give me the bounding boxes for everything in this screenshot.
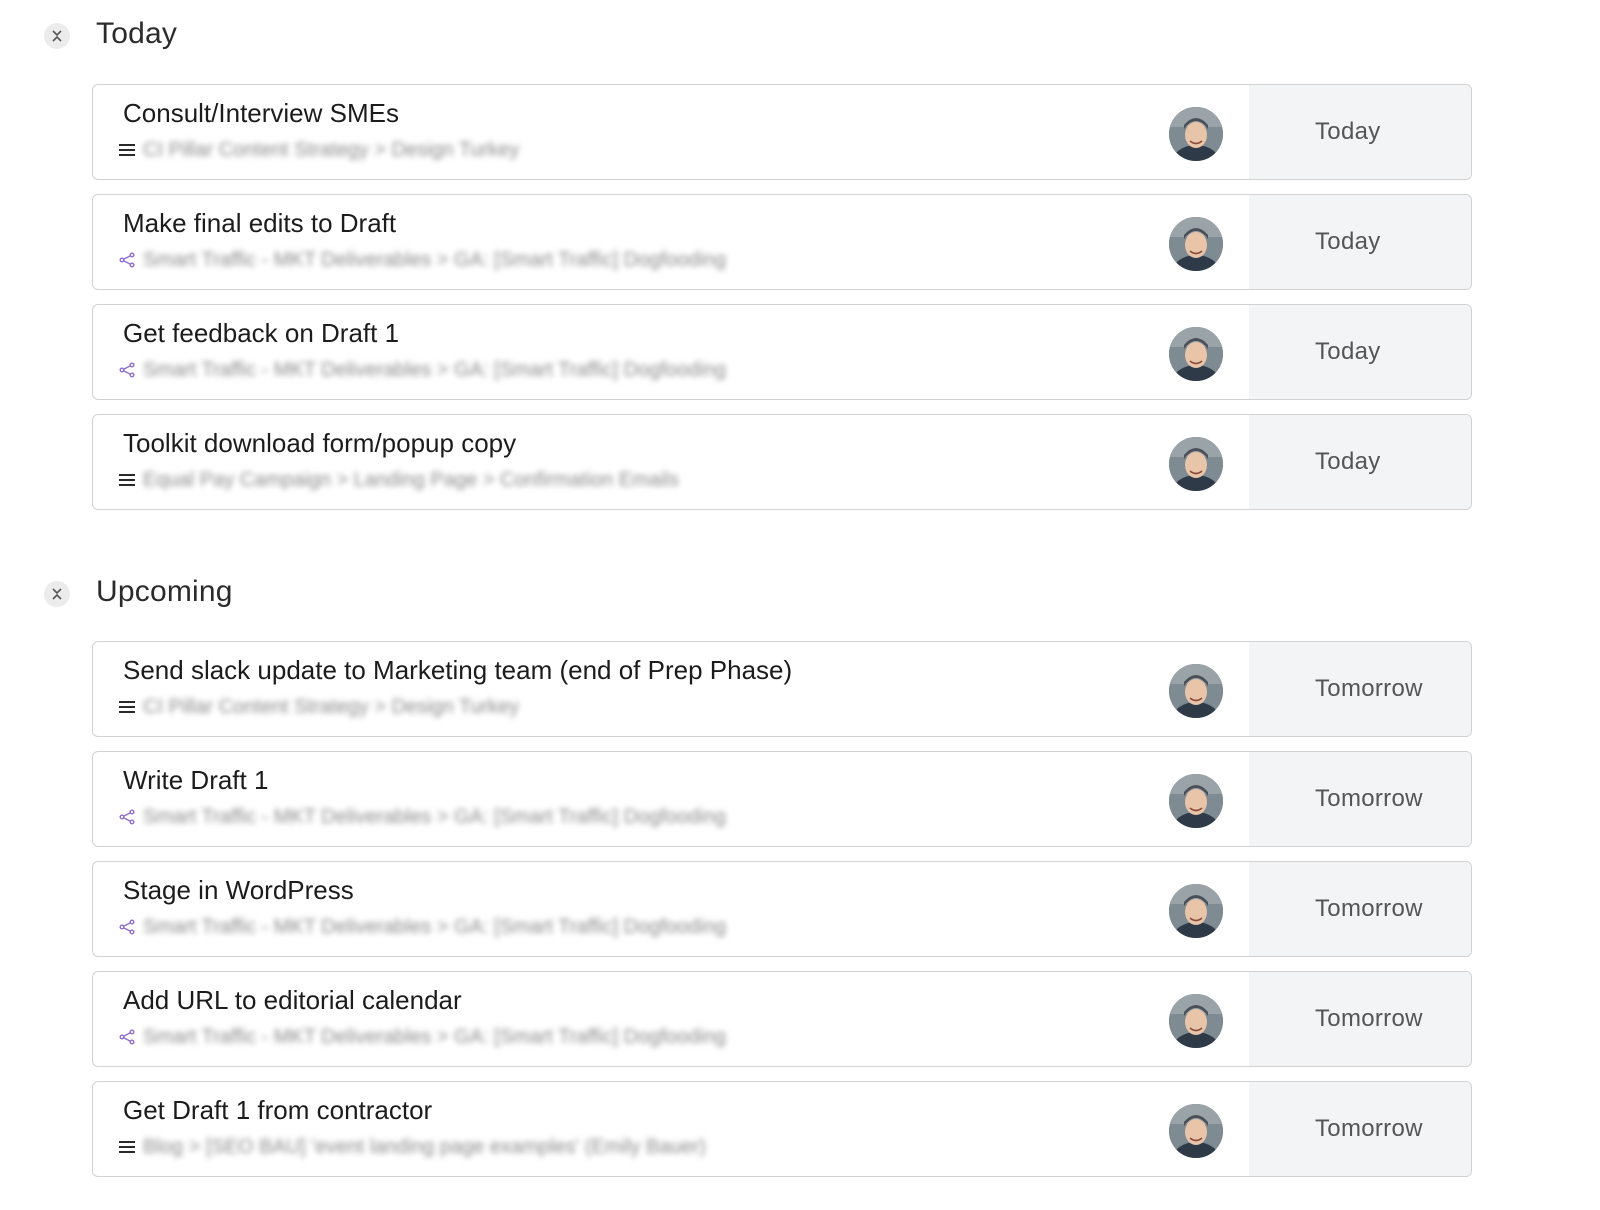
task-card[interactable]: Get Draft 1 from contractor Blog > [SEO …: [92, 1081, 1472, 1177]
parent-path-text[interactable]: Equal Pay Campaign > Landing Page > Conf…: [143, 469, 679, 492]
task-title[interactable]: Add URL to editorial calendar: [123, 984, 462, 1016]
task-parent-path: Smart Traffic - MKT Deliverables > GA: […: [117, 1022, 726, 1052]
due-date-label: Tomorrow: [1315, 895, 1423, 922]
task-title[interactable]: Make final edits to Draft: [123, 207, 396, 239]
task-card[interactable]: Send slack update to Marketing team (end…: [92, 641, 1472, 737]
assignee-avatar[interactable]: [1169, 1104, 1223, 1158]
assignee-avatar[interactable]: [1169, 994, 1223, 1048]
parent-path-text[interactable]: CI Pillar Content Strategy > Design Turk…: [143, 696, 519, 719]
subtask-branch-icon: [117, 1027, 137, 1047]
due-date-label: Tomorrow: [1315, 1005, 1423, 1032]
assignee-avatar[interactable]: [1169, 327, 1223, 381]
task-card[interactable]: Add URL to editorial calendar Smart Traf…: [92, 971, 1472, 1067]
parent-path-text[interactable]: Smart Traffic - MKT Deliverables > GA: […: [143, 249, 726, 272]
assignee-avatar[interactable]: [1169, 437, 1223, 491]
my-tasks-page: Today Consult/Interview SMEs CI Pillar C…: [0, 0, 1600, 1210]
task-parent-path: CI Pillar Content Strategy > Design Turk…: [117, 692, 519, 722]
due-date-label: Today: [1315, 448, 1381, 475]
due-date-cell[interactable]: Tomorrow: [1249, 1082, 1471, 1176]
task-title[interactable]: Get Draft 1 from contractor: [123, 1094, 432, 1126]
due-date-label: Tomorrow: [1315, 785, 1423, 812]
due-date-cell[interactable]: Tomorrow: [1249, 862, 1471, 956]
task-title[interactable]: Toolkit download form/popup copy: [123, 427, 516, 459]
task-parent-path: Smart Traffic - MKT Deliverables > GA: […: [117, 802, 726, 832]
task-card[interactable]: Get feedback on Draft 1 Smart Traffic - …: [92, 304, 1472, 400]
task-card[interactable]: Stage in WordPress Smart Traffic - MKT D…: [92, 861, 1472, 957]
due-date-label: Tomorrow: [1315, 1115, 1423, 1142]
due-date-cell[interactable]: Today: [1249, 85, 1471, 179]
parent-path-text[interactable]: Smart Traffic - MKT Deliverables > GA: […: [143, 916, 726, 939]
task-card[interactable]: Make final edits to Draft Smart Traffic …: [92, 194, 1472, 290]
task-title[interactable]: Write Draft 1: [123, 764, 268, 796]
assignee-avatar[interactable]: [1169, 664, 1223, 718]
due-date-cell[interactable]: Tomorrow: [1249, 752, 1471, 846]
section-title: Today: [96, 17, 178, 50]
assignee-avatar[interactable]: [1169, 107, 1223, 161]
task-title[interactable]: Stage in WordPress: [123, 874, 354, 906]
parent-path-text[interactable]: Smart Traffic - MKT Deliverables > GA: […: [143, 1026, 726, 1049]
subtask-branch-icon: [117, 807, 137, 827]
section-upcoming: Upcoming: [0, 572, 1600, 612]
parent-path-text[interactable]: Smart Traffic - MKT Deliverables > GA: […: [143, 806, 726, 829]
assignee-avatar[interactable]: [1169, 217, 1223, 271]
parent-path-text[interactable]: Blog > [SEO BAU] 'event landing page exa…: [143, 1136, 706, 1159]
assignee-avatar[interactable]: [1169, 774, 1223, 828]
subtask-branch-icon: [117, 360, 137, 380]
due-date-label: Today: [1315, 228, 1381, 255]
due-date-cell[interactable]: Today: [1249, 415, 1471, 509]
task-parent-path: Smart Traffic - MKT Deliverables > GA: […: [117, 355, 726, 385]
task-parent-path: Equal Pay Campaign > Landing Page > Conf…: [117, 465, 679, 495]
due-date-cell[interactable]: Today: [1249, 305, 1471, 399]
task-parent-path: Smart Traffic - MKT Deliverables > GA: […: [117, 245, 726, 275]
task-parent-path: Blog > [SEO BAU] 'event landing page exa…: [117, 1132, 706, 1162]
section-header: Upcoming: [0, 572, 1600, 612]
task-card[interactable]: Toolkit download form/popup copy Equal P…: [92, 414, 1472, 510]
task-parent-path: Smart Traffic - MKT Deliverables > GA: […: [117, 912, 726, 942]
collapse-chevrons-icon[interactable]: [44, 23, 70, 49]
task-title[interactable]: Get feedback on Draft 1: [123, 317, 399, 349]
task-title[interactable]: Consult/Interview SMEs: [123, 97, 399, 129]
subtask-branch-icon: [117, 917, 137, 937]
subtask-branch-icon: [117, 250, 137, 270]
task-card[interactable]: Consult/Interview SMEs CI Pillar Content…: [92, 84, 1472, 180]
due-date-cell[interactable]: Tomorrow: [1249, 642, 1471, 736]
task-card[interactable]: Write Draft 1 Smart Traffic - MKT Delive…: [92, 751, 1472, 847]
due-date-cell[interactable]: Tomorrow: [1249, 972, 1471, 1066]
task-parent-path: CI Pillar Content Strategy > Design Turk…: [117, 135, 519, 165]
assignee-avatar[interactable]: [1169, 884, 1223, 938]
task-title[interactable]: Send slack update to Marketing team (end…: [123, 654, 792, 686]
section-header: Today: [0, 14, 1600, 54]
parent-path-text[interactable]: Smart Traffic - MKT Deliverables > GA: […: [143, 359, 726, 382]
due-date-label: Today: [1315, 118, 1381, 145]
list-lines-icon: [117, 470, 137, 490]
due-date-label: Today: [1315, 338, 1381, 365]
due-date-cell[interactable]: Today: [1249, 195, 1471, 289]
list-lines-icon: [117, 1137, 137, 1157]
section-today: Today: [0, 14, 1600, 54]
section-title: Upcoming: [96, 575, 233, 608]
list-lines-icon: [117, 697, 137, 717]
collapse-chevrons-icon[interactable]: [44, 581, 70, 607]
due-date-label: Tomorrow: [1315, 675, 1423, 702]
list-lines-icon: [117, 140, 137, 160]
parent-path-text[interactable]: CI Pillar Content Strategy > Design Turk…: [143, 139, 519, 162]
